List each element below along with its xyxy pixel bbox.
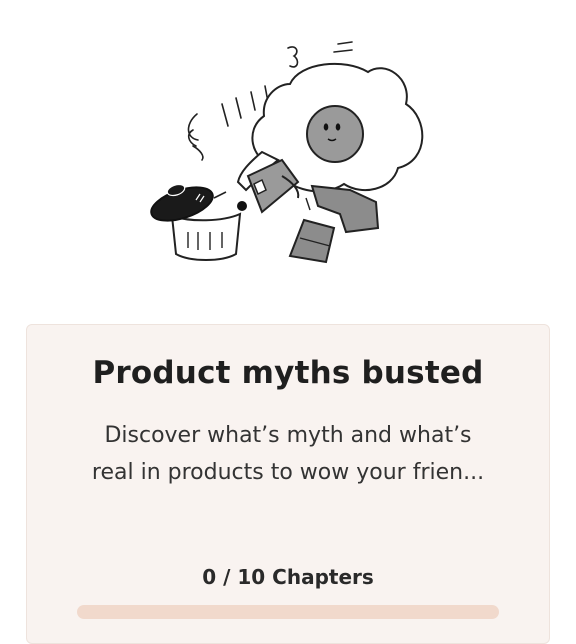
card-description-line-2: real in products to wow your frien... <box>91 460 485 485</box>
egg-character-cooking-illustration <box>150 41 424 264</box>
progress-bar <box>77 605 499 619</box>
card-title: Product myths busted <box>92 355 484 391</box>
card-description: Discover what’s myth and what’s real in … <box>67 417 509 491</box>
card-description-line-1: Discover what’s myth and what’s <box>104 423 472 448</box>
pot <box>170 212 242 261</box>
egg-yolk <box>306 105 364 163</box>
course-card[interactable]: Product myths busted Discover what’s myt… <box>26 324 550 644</box>
progress-label: 0 / 10 Chapters <box>202 565 374 589</box>
